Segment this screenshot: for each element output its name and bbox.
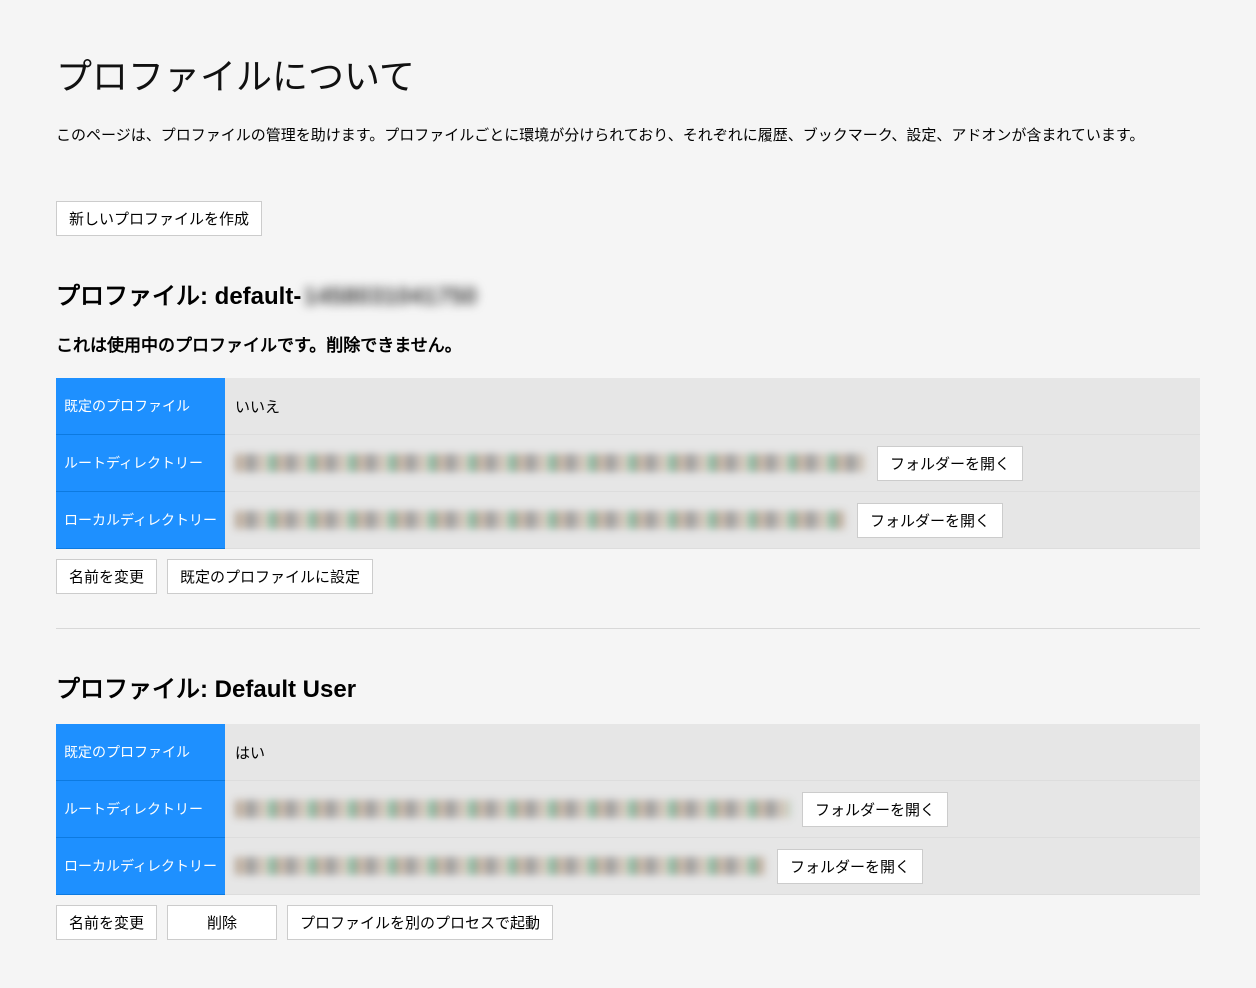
local-directory-label: ローカルディレクトリー [56,838,225,895]
profile-name-value: Default User [215,676,356,703]
delete-button[interactable]: 削除 [167,905,277,940]
root-directory-value: フォルダーを開く [225,435,1200,492]
profile-action-row: 名前を変更削除プロファイルを別のプロセスで起動 [56,905,1200,940]
rename-button[interactable]: 名前を変更 [56,905,157,940]
open-root-folder-button[interactable]: フォルダーを開く [877,446,1023,481]
open-local-folder-button[interactable]: フォルダーを開く [777,849,923,884]
page-description: このページは、プロファイルの管理を助けます。プロファイルごとに環境が分けられてお… [56,124,1200,145]
profile-name-heading: プロファイル: default-1458031041750 [56,276,1200,311]
profile-name-heading: プロファイル: Default User [56,669,1200,704]
profile-properties-table: 既定のプロファイルはいルートディレクトリーフォルダーを開くローカルディレクトリー… [56,724,1200,895]
profile-section: プロファイル: Default User 既定のプロファイルはいルートディレクトリ… [56,669,1200,940]
default-profile-value: はい [225,724,1200,781]
open-local-folder-button[interactable]: フォルダーを開く [857,503,1003,538]
root-directory-label: ルートディレクトリー [56,781,225,838]
root-directory-value: フォルダーを開く [225,781,1200,838]
table-row: ローカルディレクトリー フォルダーを開く [56,492,1200,549]
separator [56,628,1200,629]
default-profile-label: 既定のプロファイル [56,378,225,435]
table-row: ルートディレクトリー フォルダーを開く [56,781,1200,838]
default-profile-label: 既定のプロファイル [56,724,225,781]
root-directory-path [235,454,865,472]
rename-button[interactable]: 名前を変更 [56,559,157,594]
local-directory-path [235,511,845,529]
profile-name-value: default- [215,283,302,310]
local-directory-path [235,857,765,875]
root-directory-path [235,800,790,818]
table-row: ルートディレクトリー フォルダーを開く [56,435,1200,492]
table-row: 既定のプロファイルいいえ [56,378,1200,435]
page-title: プロファイルについて [56,48,1200,100]
profile-name-obscured: 1458031041750 [303,283,477,311]
profile-action-row: 名前を変更既定のプロファイルに設定 [56,559,1200,594]
local-directory-value: フォルダーを開く [225,838,1200,895]
root-directory-label: ルートディレクトリー [56,435,225,492]
set-default-button[interactable]: 既定のプロファイルに設定 [167,559,373,594]
table-row: ローカルディレクトリー フォルダーを開く [56,838,1200,895]
profile-prefix-label: プロファイル: [56,676,215,703]
default-profile-value: いいえ [225,378,1200,435]
profile-in-use-note: これは使用中のプロファイルです。削除できません。 [56,331,1200,356]
create-profile-button[interactable]: 新しいプロファイルを作成 [56,201,262,236]
profile-prefix-label: プロファイル: [56,283,215,310]
table-row: 既定のプロファイルはい [56,724,1200,781]
launch-separate-process-button[interactable]: プロファイルを別のプロセスで起動 [287,905,553,940]
local-directory-label: ローカルディレクトリー [56,492,225,549]
open-root-folder-button[interactable]: フォルダーを開く [802,792,948,827]
profile-properties-table: 既定のプロファイルいいえルートディレクトリーフォルダーを開くローカルディレクトリ… [56,378,1200,549]
profile-section: プロファイル: default-1458031041750 これは使用中のプロファ… [56,276,1200,594]
local-directory-value: フォルダーを開く [225,492,1200,549]
